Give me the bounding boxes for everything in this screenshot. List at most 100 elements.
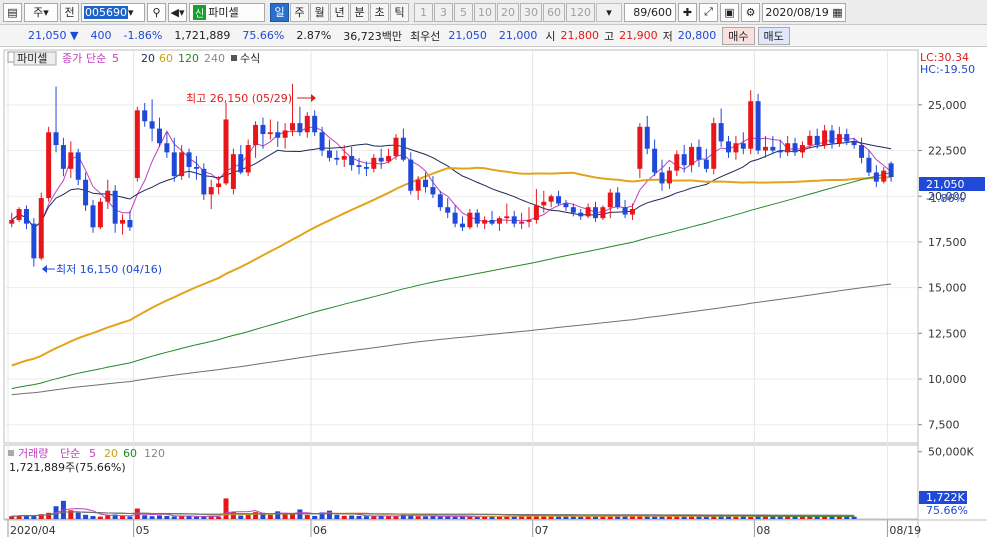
stock-name-field[interactable]: 신 파미셀 [189,2,265,22]
period-select[interactable]: 주 ▾ [24,2,58,22]
interval-button-60[interactable]: 60 [543,2,565,22]
interval-dropdown[interactable]: ▾ [596,2,622,22]
volume-bar [120,515,126,519]
high-price: 21,900 [619,29,658,42]
period-tab-6[interactable]: 틱 [390,2,409,22]
period-tab-1[interactable]: 주 [290,2,309,22]
candle-body [334,157,340,160]
candle-body [888,163,894,178]
candle-body [186,152,192,167]
candle-body [814,135,820,146]
candle-body [548,196,554,202]
period-select-label: 주 [33,6,44,19]
volume-bar [430,516,436,519]
legend-formula[interactable]: 수식 [240,52,260,65]
candle-body [511,216,517,224]
volume-bar [652,516,658,519]
candle-body [423,179,429,188]
interval-button-3[interactable]: 3 [434,2,453,22]
candle-body [46,132,52,199]
prev-button[interactable]: 전 [60,2,79,22]
volume-bar [659,516,665,519]
interval-button-10[interactable]: 10 [474,2,496,22]
candle-body [341,156,347,160]
low-label: 저 [662,29,673,43]
price-chart[interactable]: 7,50010,00012,50015,00017,50020,00022,50… [0,47,987,538]
volume-bar [230,511,236,519]
interval-button-5[interactable]: 5 [454,2,473,22]
candle-body [97,201,103,228]
sound-icon[interactable]: ◀▾ [168,2,187,22]
candle-body [223,119,229,184]
volume-bar [31,515,37,519]
period-tab-4[interactable]: 분 [350,2,369,22]
candle-body [726,141,732,153]
candle-body [822,130,828,146]
stock-name-text: 파미셀 [208,6,239,19]
period-tab-0[interactable]: 일 [270,2,289,22]
gear-icon[interactable]: ⚙ [741,2,760,22]
candle-body [666,170,672,184]
interval-button-120[interactable]: 120 [566,2,595,22]
candle-body [777,150,783,153]
buy-button[interactable]: 매수 [722,26,755,45]
legend-ma5: 5 [112,52,119,65]
save-icon[interactable]: ▣ [720,2,739,22]
interval-button-1[interactable]: 1 [414,2,433,22]
candle-body [275,132,281,138]
volume-bar [696,516,702,519]
candle-body [105,190,111,202]
volume-menu-icon[interactable] [8,450,14,456]
candle-body [570,207,576,213]
period-tab-5[interactable]: 초 [370,2,389,22]
period-tab-3[interactable]: 년 [330,2,349,22]
interval-button-20[interactable]: 20 [497,2,519,22]
count-field[interactable]: 89/600 [624,2,676,22]
candle-body [415,179,421,191]
volume-bar [75,512,81,519]
search-icon[interactable]: ⚲ [147,2,166,22]
volume-bar [312,515,318,519]
volume-bar [245,515,251,519]
volume-pct-tag: 75.66% [926,504,968,517]
best-quote-label: 최우선 [410,29,441,43]
candle-body [38,198,44,259]
candle-body [60,145,66,169]
candle-body [75,152,81,180]
legend-close: 종가 [62,52,82,65]
sell-button[interactable]: 매도 [757,26,790,45]
volume-bar [216,516,222,519]
candle-body [445,207,451,213]
price-panel [3,49,919,444]
volume-value: 1,721,889 [174,29,231,42]
top-toolbar: ▤ 주 ▾ 전 005690 ▾ ⚲ ◀▾ 신 파미셀 일주월년분초틱 1 3 5 10 20… [0,0,987,25]
candle-body [866,157,872,173]
volume-bar [371,516,377,519]
volume-bar [548,516,554,519]
volume-bar [408,515,414,519]
candle-body [489,219,495,224]
low-price: 20,800 [677,29,717,42]
draw-tool-icon[interactable]: ⤢ [699,2,718,22]
period-tab-2[interactable]: 월 [310,2,329,22]
candle-body [652,148,658,173]
trade-amount: 36,723백만 [343,29,403,43]
crosshair-icon[interactable]: ✚ [678,2,697,22]
candle-body [504,216,510,219]
candle-body [526,219,532,222]
candle-body [807,135,813,146]
candle-body [844,134,850,142]
date-field[interactable]: 2020/08/19 ▦ [762,2,846,22]
volume-bar [681,516,687,519]
candle-body [467,212,473,228]
candle-body [201,168,207,195]
y-tick-label: 7,500 [928,419,960,432]
volume-ma5-label: 5 [89,447,96,460]
volume-bar [356,515,362,519]
stock-list-icon[interactable]: ▤ [3,2,22,22]
candle-body [755,101,761,151]
interval-button-30[interactable]: 30 [520,2,542,22]
volume-bar [326,510,332,519]
stock-code-field[interactable]: 005690 ▾ [81,2,145,22]
volume-bar [253,512,259,519]
